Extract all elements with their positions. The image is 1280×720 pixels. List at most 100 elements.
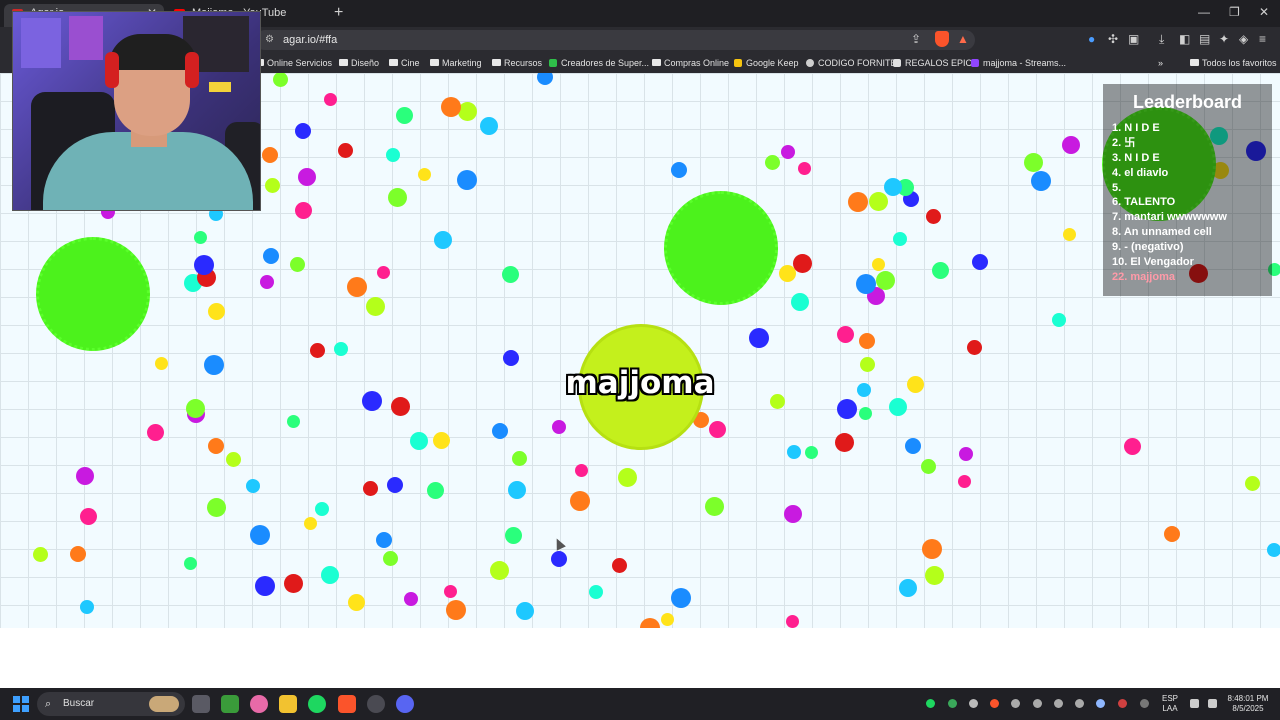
screenshot-icon[interactable]: ▣ bbox=[1128, 32, 1139, 46]
file-explorer-icon[interactable] bbox=[279, 695, 297, 713]
new-tab-icon[interactable]: + bbox=[334, 4, 343, 22]
tray-icon[interactable] bbox=[1011, 699, 1020, 708]
food-pellet bbox=[1062, 136, 1080, 154]
minimize-icon[interactable]: — bbox=[1198, 5, 1210, 19]
leaderboard-row: 10. El Vengador bbox=[1112, 256, 1194, 269]
bookmark-item[interactable]: Cine bbox=[389, 55, 420, 71]
food-pellet bbox=[480, 117, 498, 135]
share-icon[interactable]: ⇪ bbox=[911, 32, 921, 46]
site-info-icon[interactable]: ⚙ bbox=[265, 30, 274, 50]
extensions-puzzle-icon[interactable]: ✣ bbox=[1108, 32, 1118, 46]
food-pellet bbox=[859, 356, 875, 372]
food-pellet bbox=[640, 618, 660, 628]
food-pellet bbox=[784, 505, 802, 523]
food-pellet bbox=[382, 550, 398, 566]
food-pellet bbox=[362, 480, 378, 496]
leo-ai-icon[interactable]: ✦ bbox=[1219, 32, 1229, 46]
food-pellet bbox=[347, 593, 365, 611]
spotify-tray-icon[interactable] bbox=[926, 699, 935, 708]
bookmark-item[interactable]: Diseño bbox=[339, 55, 379, 71]
food-pellet bbox=[804, 445, 818, 459]
bookmark-item[interactable]: majjoma - Streams... bbox=[971, 55, 1066, 71]
tray-icon[interactable] bbox=[1075, 699, 1084, 708]
all-bookmarks-button[interactable]: Todos los favoritos bbox=[1190, 55, 1277, 71]
leaderboard-row: 5. bbox=[1112, 181, 1122, 194]
food-pellet bbox=[70, 546, 86, 562]
extension-icon[interactable]: ● bbox=[1088, 32, 1095, 46]
epic-icon bbox=[893, 59, 901, 67]
tray-icon[interactable] bbox=[1033, 699, 1042, 708]
food-pellet bbox=[262, 147, 278, 163]
discord-icon[interactable] bbox=[396, 695, 414, 713]
volume-icon[interactable] bbox=[1208, 699, 1217, 708]
bookmark-item[interactable]: Online Servicios bbox=[255, 55, 332, 71]
photos-icon[interactable] bbox=[250, 695, 268, 713]
food-pellet bbox=[508, 481, 526, 499]
restore-icon[interactable]: ❐ bbox=[1229, 5, 1240, 19]
vpn-icon[interactable]: ◈ bbox=[1239, 32, 1248, 46]
food-pellet bbox=[1267, 543, 1280, 557]
address-bar[interactable]: ⚙ agar.io/#ffa bbox=[255, 30, 975, 50]
food-pellet bbox=[323, 92, 337, 106]
minecraft-icon[interactable] bbox=[221, 695, 239, 713]
wifi-icon[interactable] bbox=[1190, 699, 1199, 708]
food-pellet bbox=[376, 532, 392, 548]
microphone-icon[interactable] bbox=[1140, 699, 1149, 708]
food-pellet bbox=[154, 356, 168, 370]
food-pellet bbox=[260, 275, 274, 289]
more-bookmarks-icon[interactable]: » bbox=[1158, 55, 1163, 71]
task-view-icon[interactable] bbox=[192, 695, 210, 713]
food-pellet bbox=[410, 432, 428, 450]
food-pellet bbox=[446, 600, 466, 620]
brave-rewards-icon[interactable]: ▲ bbox=[957, 32, 969, 46]
food-pellet bbox=[283, 573, 303, 593]
food-pellet bbox=[426, 481, 444, 499]
food-pellet bbox=[859, 333, 875, 349]
leaderboard-row: 4. el diavlo bbox=[1112, 166, 1169, 179]
food-pellet bbox=[295, 123, 311, 139]
steam-tray-icon[interactable] bbox=[1096, 699, 1105, 708]
menu-icon[interactable]: ≡ bbox=[1259, 32, 1266, 46]
folder-icon bbox=[652, 59, 661, 66]
bookmark-item[interactable]: Recursos bbox=[492, 55, 542, 71]
player-name: majjoma bbox=[565, 365, 715, 401]
bookmark-item[interactable]: Compras Online bbox=[652, 55, 729, 71]
food-pellet bbox=[289, 256, 305, 272]
keep-icon bbox=[734, 59, 742, 67]
food-pellet bbox=[225, 451, 241, 467]
obs-icon[interactable] bbox=[367, 695, 385, 713]
bookmark-item[interactable]: CODIGO FORNITE bbox=[806, 55, 897, 71]
food-pellet bbox=[309, 342, 325, 358]
food-pellet bbox=[387, 187, 407, 207]
close-window-icon[interactable]: ✕ bbox=[1259, 5, 1269, 19]
clock[interactable]: 8:48:01 PM 8/5/2025 bbox=[1222, 694, 1274, 714]
brave-browser-icon[interactable] bbox=[338, 695, 356, 713]
food-pellet bbox=[263, 248, 279, 264]
spotify-icon[interactable] bbox=[308, 695, 326, 713]
bookmark-item[interactable]: Marketing bbox=[430, 55, 482, 71]
bookmark-item[interactable]: REGALOS EPIC bbox=[893, 55, 972, 71]
food-pellet bbox=[492, 423, 508, 439]
food-pellet bbox=[246, 479, 260, 493]
wallet-icon[interactable]: ▤ bbox=[1199, 32, 1210, 46]
discord-tray-icon[interactable] bbox=[969, 699, 978, 708]
food-pellet bbox=[868, 191, 888, 211]
tray-icon[interactable] bbox=[1054, 699, 1063, 708]
folder-icon bbox=[389, 59, 398, 66]
windows-start-icon[interactable] bbox=[13, 696, 29, 712]
bookmark-item[interactable]: Google Keep bbox=[734, 55, 799, 71]
tray-icon[interactable] bbox=[948, 699, 957, 708]
brave-shield-icon[interactable] bbox=[935, 31, 949, 47]
food-pellet bbox=[905, 438, 921, 454]
taskbar-search[interactable]: ⌕ Buscar bbox=[37, 692, 185, 716]
brave-tray-icon[interactable] bbox=[990, 699, 999, 708]
page-bottom bbox=[0, 628, 1280, 688]
headset-right bbox=[185, 52, 199, 88]
tray-icon[interactable] bbox=[1118, 699, 1127, 708]
sidebar-icon[interactable]: ◧ bbox=[1179, 32, 1190, 46]
site-icon bbox=[549, 59, 557, 67]
bookmark-item[interactable]: Creadores de Super... bbox=[549, 55, 649, 71]
download-icon[interactable]: ⤓ bbox=[1159, 32, 1164, 47]
language-indicator[interactable]: ESP LAA bbox=[1158, 694, 1182, 714]
wall-poster bbox=[21, 18, 61, 68]
